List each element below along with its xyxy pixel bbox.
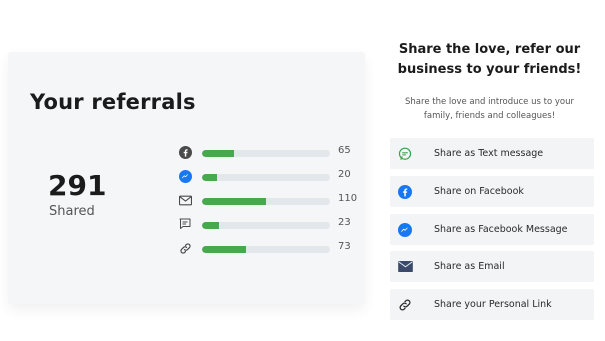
share-email-button[interactable]: Share as Email (390, 251, 594, 282)
stat-fill (202, 246, 246, 253)
share-panel: Share the love, refer our business to yo… (374, 4, 605, 341)
stat-bar (202, 222, 330, 229)
share-heading: Share the love, refer our business to yo… (374, 40, 605, 80)
messenger-icon (178, 169, 192, 183)
share-facebook-button[interactable]: Share on Facebook (390, 176, 594, 207)
share-button-label: Share as Facebook Message (434, 224, 568, 235)
stat-bar (202, 246, 330, 253)
share-heading-line2: business to your friends! (397, 62, 582, 77)
stat-row-facebook: 65 (178, 145, 358, 169)
stat-bar (202, 150, 330, 157)
stat-fill (202, 150, 234, 157)
link-icon (390, 298, 420, 312)
stat-fill (202, 222, 219, 229)
stat-value: 110 (338, 193, 358, 204)
stat-value: 73 (338, 241, 351, 252)
share-sub-line1: Share the love and introduce us to your (405, 97, 574, 107)
share-button-label: Share as Text message (434, 148, 544, 159)
stat-fill (202, 198, 266, 205)
share-personal-link-button[interactable]: Share your Personal Link (390, 289, 594, 320)
facebook-icon (178, 145, 192, 159)
email-icon (390, 261, 420, 272)
shared-count: 291 (48, 169, 107, 202)
share-subheading: Share the love and introduce us to your … (380, 95, 599, 123)
facebook-icon (390, 184, 420, 199)
stat-row-messenger: 20 (178, 169, 358, 193)
shared-label: Shared (49, 204, 95, 219)
share-sub-line2: family, friends and colleagues! (423, 111, 556, 121)
referral-stats: 65 20 110 23 73 (178, 145, 358, 265)
referrals-card: Your referrals 291 Shared 65 20 110 23 7… (8, 52, 365, 304)
text-message-icon (390, 147, 420, 161)
stat-row-email: 110 (178, 193, 358, 217)
stat-value: 65 (338, 145, 351, 156)
stat-value: 20 (338, 169, 351, 180)
link-icon (178, 241, 192, 255)
share-button-label: Share as Email (434, 261, 505, 272)
stat-row-link: 73 (178, 241, 358, 265)
stat-value: 23 (338, 217, 351, 228)
messenger-icon (390, 222, 420, 237)
email-icon (178, 193, 192, 207)
stat-bar (202, 174, 330, 181)
share-heading-line1: Share the love, refer our (398, 42, 581, 57)
share-button-label: Share your Personal Link (434, 299, 552, 310)
stat-fill (202, 174, 218, 181)
text-message-icon (178, 217, 192, 231)
share-text-message-button[interactable]: Share as Text message (390, 138, 594, 169)
share-facebook-message-button[interactable]: Share as Facebook Message (390, 214, 594, 245)
share-button-label: Share on Facebook (434, 186, 524, 197)
stat-bar (202, 198, 330, 205)
stat-row-text-message: 23 (178, 217, 358, 241)
referrals-title: Your referrals (30, 90, 196, 114)
